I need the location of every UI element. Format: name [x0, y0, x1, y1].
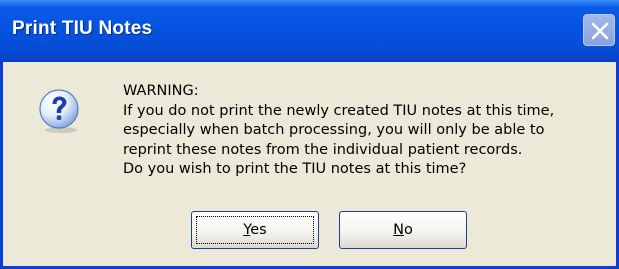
message-text: WARNING: If you do not print the newly c… — [123, 82, 603, 180]
yes-button-label: Yes — [243, 222, 267, 238]
close-button[interactable] — [583, 14, 615, 46]
message-line: reprint these notes from the individual … — [123, 141, 523, 158]
yes-button[interactable]: Yes — [191, 211, 319, 249]
window-title: Print TIU Notes — [12, 18, 153, 39]
message-line: WARNING: — [123, 83, 199, 99]
title-bar[interactable]: Print TIU Notes — [0, 0, 619, 62]
dialog-body: WARNING: If you do not print the newly c… — [3, 62, 616, 266]
close-icon — [591, 22, 609, 40]
print-tiu-notes-dialog: Print TIU Notes WARNING: If you do not p… — [0, 0, 619, 269]
no-button[interactable]: No — [339, 211, 467, 249]
message-line: Do you wish to print the TIU notes at th… — [123, 161, 467, 177]
question-icon — [39, 89, 79, 133]
no-button-label: No — [393, 222, 413, 238]
message-line: If you do not print the newly created TI… — [123, 102, 555, 119]
message-line: especially when batch processing, you wi… — [123, 122, 545, 138]
